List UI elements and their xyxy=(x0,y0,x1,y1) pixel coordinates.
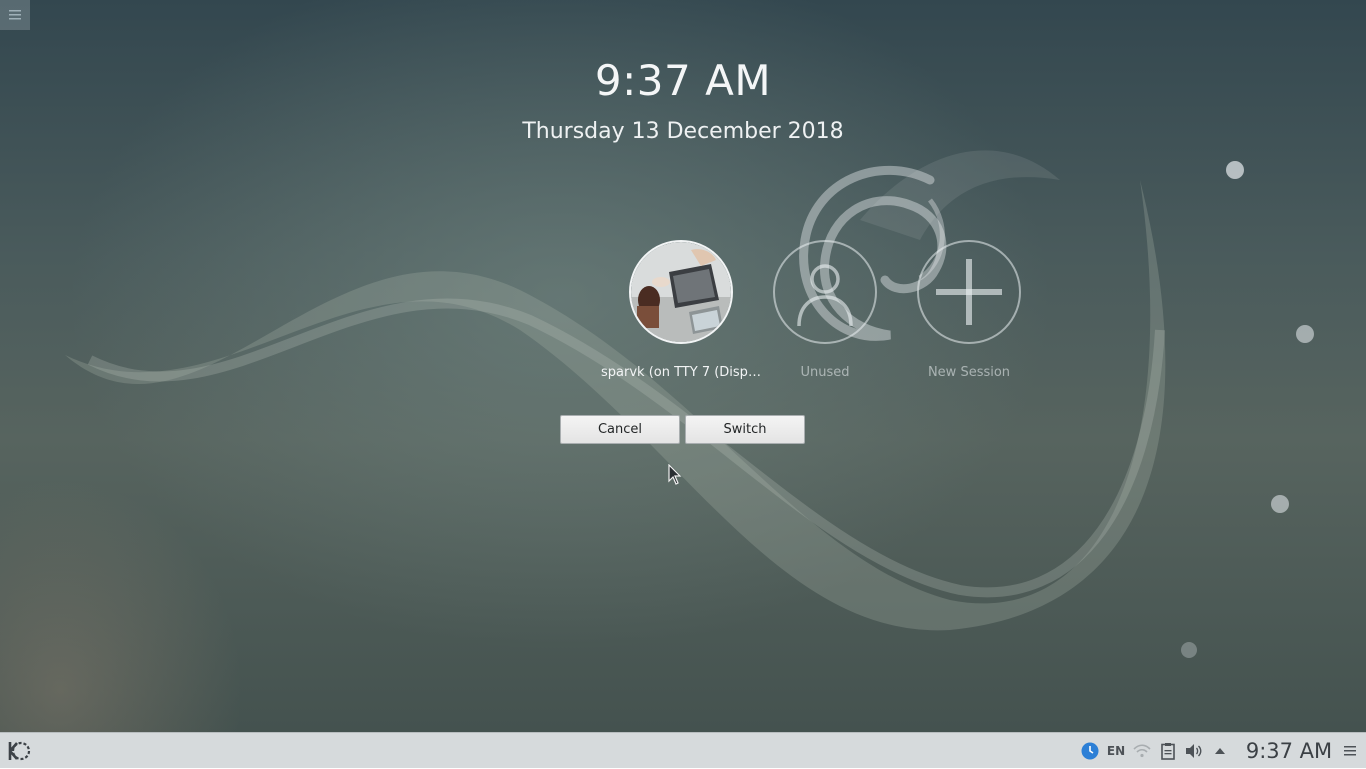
application-launcher-button[interactable] xyxy=(4,733,34,769)
clipboard-icon xyxy=(1161,743,1175,760)
hamburger-icon xyxy=(9,10,21,20)
expand-tray-icon xyxy=(1215,748,1225,754)
lockscreen-background: 9:37 AM Thursday 13 December 2018 sparvk… xyxy=(0,0,1366,732)
keyboard-layout-indicator[interactable]: EN xyxy=(1105,733,1127,769)
lockscreen-date: Thursday 13 December 2018 xyxy=(522,119,844,144)
cancel-button[interactable]: Cancel xyxy=(560,415,680,444)
panel-options-button[interactable] xyxy=(1340,733,1360,769)
network-button[interactable] xyxy=(1131,733,1153,769)
user-avatar xyxy=(629,240,733,344)
taskbar-clock[interactable]: 9:37 AM xyxy=(1236,733,1342,769)
mouse-pointer-icon xyxy=(668,464,682,485)
session-tile-current-user[interactable]: sparvk (on TTY 7 (Displ... xyxy=(601,240,761,380)
expand-tray-button[interactable] xyxy=(1209,733,1231,769)
network-icon xyxy=(1133,744,1151,758)
unused-avatar xyxy=(773,240,877,344)
user-photo xyxy=(631,242,731,342)
session-tile-unused[interactable]: Unused xyxy=(745,240,905,380)
hamburger-menu-button[interactable] xyxy=(0,0,30,30)
volume-icon xyxy=(1186,744,1202,758)
switch-button[interactable]: Switch xyxy=(685,415,805,444)
night-color-icon xyxy=(1081,742,1099,760)
session-label: Unused xyxy=(800,365,850,380)
hamburger-icon xyxy=(1344,746,1356,756)
night-color-button[interactable] xyxy=(1079,733,1101,769)
clipboard-button[interactable] xyxy=(1157,733,1179,769)
volume-button[interactable] xyxy=(1183,733,1205,769)
user-placeholder-icon xyxy=(797,264,853,327)
session-label: New Session xyxy=(927,365,1011,380)
session-label: sparvk (on TTY 7 (Displ... xyxy=(601,365,761,380)
new-session-circle xyxy=(917,240,1021,344)
lockscreen-clock: 9:37 AM xyxy=(594,56,772,105)
kde-logo-icon xyxy=(8,741,31,761)
session-tile-new-session[interactable]: New Session xyxy=(889,240,1049,380)
plus-icon xyxy=(936,259,1002,325)
taskbar: EN 9:37 AM xyxy=(0,732,1366,768)
